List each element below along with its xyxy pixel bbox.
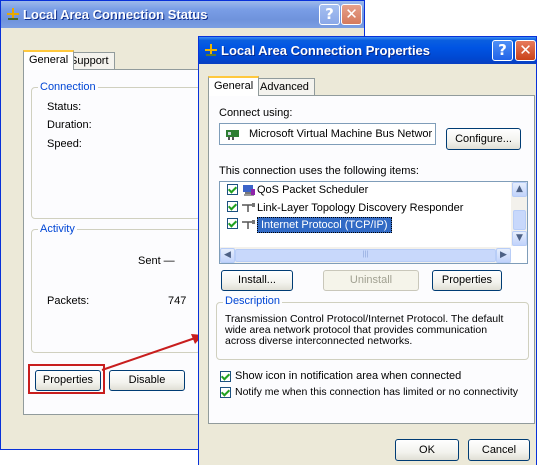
- protocol-icon: [242, 220, 255, 229]
- show-icon-label[interactable]: Show icon in notification area when conn…: [235, 370, 461, 382]
- item-label-lltd[interactable]: Link-Layer Topology Discovery Responder: [257, 202, 463, 214]
- properties-window-title: Local Area Connection Properties: [221, 43, 431, 58]
- uninstall-button[interactable]: Uninstall: [323, 270, 419, 291]
- protocol-icon: [242, 203, 255, 212]
- items-label: This connection uses the following items…: [219, 165, 419, 177]
- item-label-tcpip[interactable]: Internet Protocol (TCP/IP): [257, 217, 392, 233]
- item-label-qos[interactable]: QoS Packet Scheduler: [257, 184, 368, 196]
- item-checkbox-lltd[interactable]: [227, 201, 238, 212]
- description-text: Transmission Control Protocol/Internet P…: [225, 313, 504, 347]
- help-icon[interactable]: ?: [492, 40, 513, 61]
- cancel-button[interactable]: Cancel: [468, 439, 530, 461]
- show-icon-checkbox[interactable]: [220, 371, 231, 382]
- item-checkbox-qos[interactable]: [227, 184, 238, 195]
- adapter-name: Microsoft Virtual Machine Bus Networ: [249, 128, 433, 140]
- qos-icon: [243, 185, 255, 196]
- tab-general[interactable]: General: [208, 76, 260, 96]
- item-properties-button[interactable]: Properties: [432, 270, 502, 291]
- install-button[interactable]: Install...: [221, 270, 293, 291]
- ok-button[interactable]: OK: [395, 439, 459, 461]
- notify-checkbox[interactable]: [220, 387, 231, 398]
- network-adapter-icon: [226, 130, 239, 140]
- tab-advanced[interactable]: Advanced: [254, 78, 315, 96]
- scroll-down-icon[interactable]: ▼: [512, 231, 527, 246]
- properties-window-titlebar[interactable]: Local Area Connection Properties: [199, 37, 536, 64]
- scroll-left-icon[interactable]: ◀: [220, 248, 235, 263]
- notify-label[interactable]: Notify me when this connection has limit…: [235, 386, 518, 398]
- close-icon[interactable]: ✕: [515, 40, 536, 61]
- vertical-scroll-thumb[interactable]: [513, 210, 526, 230]
- properties-window: Local Area Connection Properties ? ✕ Gen…: [198, 36, 537, 465]
- network-connection-icon: [205, 44, 217, 56]
- scroll-right-icon[interactable]: ▶: [496, 248, 511, 263]
- tab-general[interactable]: General: [23, 50, 75, 70]
- connect-using-label: Connect using:: [219, 107, 293, 119]
- configure-button[interactable]: Configure...: [446, 128, 521, 150]
- horizontal-scroll-thumb[interactable]: |||: [235, 249, 496, 262]
- scroll-up-icon[interactable]: ▲: [512, 182, 527, 197]
- description-group-label: Description: [223, 295, 283, 307]
- item-checkbox-tcpip[interactable]: [227, 218, 238, 229]
